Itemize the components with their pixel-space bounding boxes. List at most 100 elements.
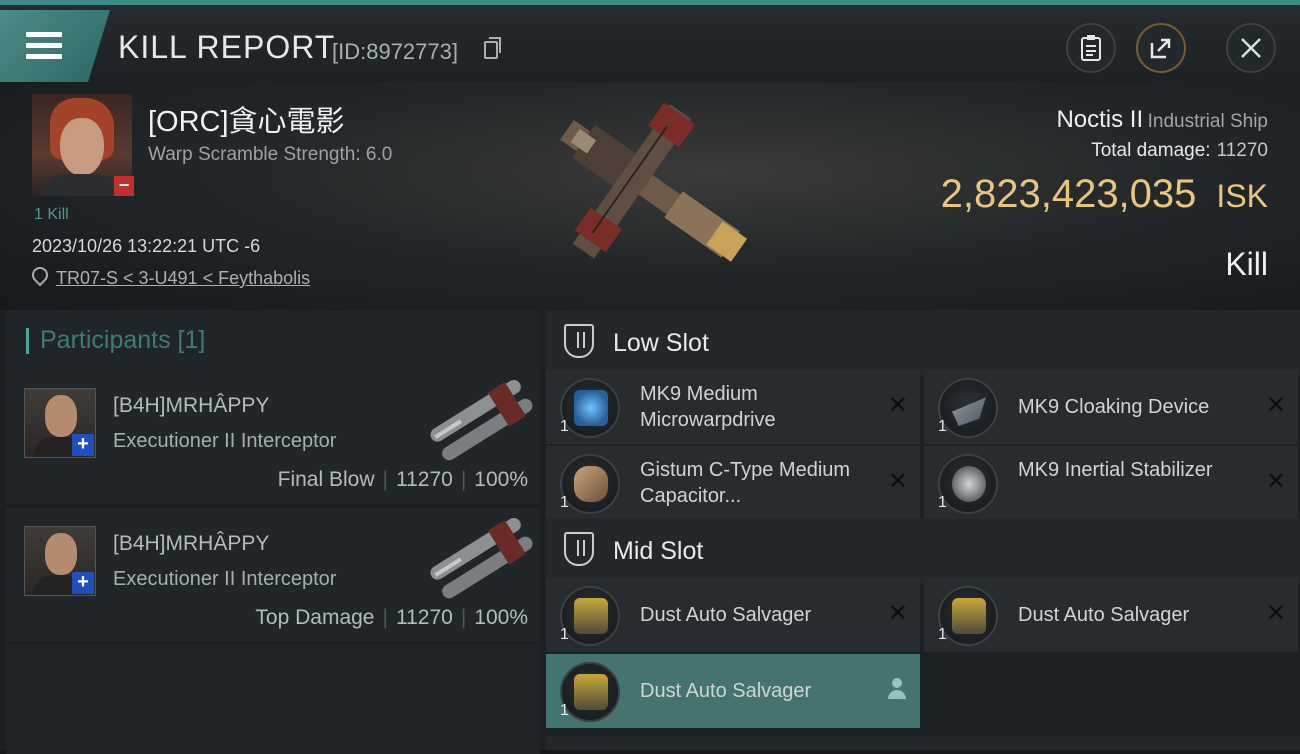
person-icon	[888, 678, 906, 700]
module-name: Dust Auto Salvager	[640, 604, 812, 626]
participant-row[interactable]: + [B4H]MRHÂPPY Executioner II Intercepto…	[6, 508, 540, 642]
section-accent-bar	[26, 328, 29, 354]
module-name: MK9 Cloaking Device	[1018, 396, 1210, 418]
module-name: Dust Auto Salvager	[640, 680, 812, 702]
module-item[interactable]: 1 MK9 Cloaking Device ✕	[924, 370, 1298, 444]
participant-ship: Executioner II Interceptor	[113, 568, 337, 590]
cloaking-device-icon	[938, 378, 998, 438]
participant-name[interactable]: [B4H]MRHÂPPY	[113, 532, 269, 556]
top-bar: KILL REPORT [ID:8972773]	[0, 0, 1300, 82]
separator: |	[460, 468, 467, 491]
kill-count: 1 Kill	[34, 206, 69, 223]
mid-slot-header: Mid Slot	[546, 518, 1300, 584]
mid-slot-icon	[564, 532, 594, 566]
module-quantity: 1	[560, 626, 569, 643]
ship-info: Noctis II Industrial Ship	[1056, 106, 1268, 134]
share-button[interactable]	[1136, 23, 1186, 73]
separator: |	[382, 606, 388, 629]
module-item[interactable]: 1 Dust Auto Salvager ✕	[546, 578, 920, 652]
next-slot-header-peek	[546, 736, 1300, 750]
module-item-selected[interactable]: 1 Dust Auto Salvager	[546, 654, 920, 728]
clipboard-button[interactable]	[1066, 23, 1116, 73]
participant-ship-image	[430, 517, 533, 599]
close-button[interactable]	[1226, 23, 1276, 73]
menu-button[interactable]	[0, 10, 110, 82]
plus-icon: +	[72, 572, 94, 594]
plus-icon: +	[72, 434, 94, 456]
module-item[interactable]: 1 Dust Auto Salvager ✕	[924, 578, 1298, 652]
victim-ship-image	[560, 102, 748, 262]
report-id: [ID:8972773]	[332, 39, 458, 64]
total-damage-label: Total damage:	[1091, 140, 1211, 161]
inertial-stabilizer-icon	[938, 454, 998, 514]
share-icon	[1150, 38, 1171, 59]
fitting-panel: Low Slot 1 MK9 Medium Microwarpdrive ✕ 1…	[540, 310, 1300, 750]
salvager-icon	[560, 662, 620, 722]
module-quantity: 1	[560, 702, 569, 719]
copy-icon[interactable]	[484, 37, 501, 59]
salvager-icon	[560, 586, 620, 646]
destroyed-icon: ✕	[1265, 468, 1286, 495]
page-title: KILL REPORT	[118, 29, 336, 65]
minus-icon: −	[114, 176, 134, 196]
module-quantity: 1	[560, 494, 569, 511]
clipboard-icon	[1081, 35, 1101, 61]
isk-value: 2,823,423,035 ISK	[941, 172, 1268, 217]
participant-percent: 100%	[474, 606, 528, 629]
destroyed-icon: ✕	[887, 468, 908, 495]
kill-datetime: 2023/10/26 13:22:21 UTC -6	[32, 236, 261, 256]
participant-ship-image	[430, 379, 533, 461]
module-name: Dust Auto Salvager	[1018, 604, 1190, 626]
module-item[interactable]: 1 Gistum C-Type Medium Capacitor... ✕	[546, 446, 920, 520]
participant-stats: Final Blow | 11270 | 100%	[278, 468, 528, 492]
hamburger-icon	[26, 32, 62, 60]
isk-amount: 2,823,423,035	[940, 172, 1197, 216]
participant-ship: Executioner II Interceptor	[113, 430, 337, 452]
low-slot-icon	[564, 324, 594, 358]
module-quantity: 1	[938, 626, 947, 643]
participants-title: Participants [1]	[40, 326, 206, 354]
participant-role: Top Damage	[255, 606, 375, 629]
isk-unit: ISK	[1216, 178, 1268, 214]
location-link[interactable]: TR07-S < 3-U491 < Feythabolis	[56, 268, 310, 288]
victim-panel: − [ORC]貪心電影 Warp Scramble Strength: 6.0 …	[0, 82, 1300, 310]
module-name: Gistum C-Type Medium Capacitor...	[640, 459, 851, 507]
microwarpdrive-icon	[560, 378, 620, 438]
low-slot-title: Low Slot	[613, 329, 709, 357]
participant-name[interactable]: [B4H]MRHÂPPY	[113, 394, 269, 418]
destroyed-icon: ✕	[887, 392, 908, 419]
close-icon	[1241, 38, 1261, 58]
module-quantity: 1	[938, 494, 947, 511]
report-type: Kill	[1225, 246, 1268, 282]
participant-percent: 100%	[474, 468, 528, 491]
total-damage: Total damage: 11270	[1091, 140, 1268, 162]
participant-stats: Top Damage | 11270 | 100%	[255, 606, 528, 630]
module-quantity: 1	[560, 418, 569, 435]
kill-location[interactable]: TR07-S < 3-U491 < Feythabolis	[28, 263, 310, 289]
participants-panel: Participants [1] + [B4H]MRHÂPPY Executio…	[0, 310, 540, 754]
destroyed-icon: ✕	[887, 600, 908, 627]
destroyed-icon: ✕	[1265, 392, 1286, 419]
victim-name[interactable]: [ORC]貪心電影	[148, 98, 345, 140]
separator: |	[460, 606, 467, 629]
module-name: MK9 Medium Microwarpdrive	[640, 383, 776, 431]
module-name: MK9 Inertial Stabilizer	[1018, 459, 1213, 481]
capacitor-icon	[560, 454, 620, 514]
participant-role: Final Blow	[277, 468, 375, 491]
module-item[interactable]: 1 MK9 Inertial Stabilizer ✕	[924, 446, 1298, 520]
destroyed-icon: ✕	[1265, 600, 1286, 627]
participant-row[interactable]: + [B4H]MRHÂPPY Executioner II Intercepto…	[6, 370, 540, 504]
ship-name[interactable]: Noctis II	[1056, 106, 1143, 133]
module-item[interactable]: 1 MK9 Medium Microwarpdrive ✕	[546, 370, 920, 444]
total-damage-value: 11270	[1216, 140, 1268, 161]
separator: |	[382, 468, 388, 491]
mid-slot-title: Mid Slot	[613, 537, 704, 565]
ship-class: Industrial Ship	[1147, 111, 1268, 132]
location-pin-icon	[28, 263, 52, 287]
salvager-icon	[938, 586, 998, 646]
module-quantity: 1	[938, 418, 947, 435]
participants-empty-area	[6, 644, 540, 754]
participant-damage: 11270	[395, 468, 453, 491]
participants-header: Participants [1]	[6, 310, 540, 370]
warp-scramble-strength: Warp Scramble Strength: 6.0	[148, 144, 393, 165]
